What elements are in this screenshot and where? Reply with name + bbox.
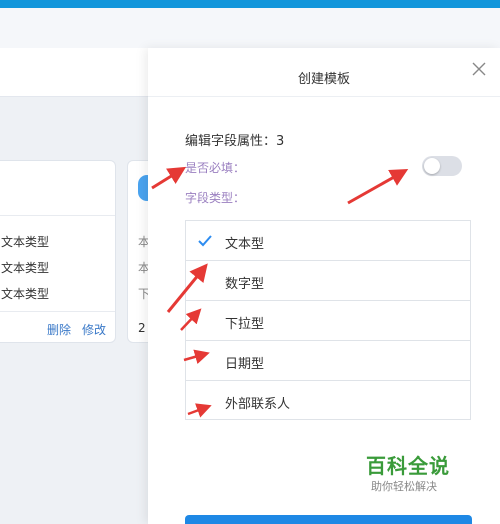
field-type-option-text[interactable]: 文本型 <box>186 221 470 261</box>
dialog-title: 创建模板 <box>297 72 350 87</box>
field-type-option-dropdown[interactable]: 下拉型 <box>186 301 470 341</box>
required-label: 是否必填： <box>185 161 246 175</box>
card-divider <box>0 215 115 216</box>
field-type-option-date[interactable]: 日期型 <box>186 341 470 381</box>
watermark-slogan: 助你轻松解决 <box>371 480 437 493</box>
field-type-option-label: 数字型 <box>225 277 265 292</box>
create-template-dialog: 创建模板 编辑字段属性：3 是否必填： 字段类型： 文本型 数字型 下拉型 日期… <box>148 48 500 524</box>
field-type-option-label: 下拉型 <box>225 317 265 332</box>
delete-link[interactable]: 删除 <box>47 321 71 338</box>
dialog-header-divider <box>148 96 500 97</box>
field-type-list: 文本型 数字型 下拉型 日期型 外部联系人 <box>185 220 471 420</box>
check-icon <box>197 233 213 249</box>
required-toggle[interactable] <box>422 156 462 176</box>
card-field-type: 文本类型 <box>1 235 50 249</box>
background-header <box>0 48 148 97</box>
field-type-option-number[interactable]: 数字型 <box>186 261 470 301</box>
field-type-option-label: 文本型 <box>225 237 265 252</box>
card-footer-text: 2 <box>138 321 146 335</box>
field-attribute-heading: 编辑字段属性：3 <box>185 134 285 149</box>
edit-link[interactable]: 修改 <box>82 321 106 338</box>
card-footer-divider <box>0 311 115 312</box>
watermark-brand: 百科全说 <box>366 454 450 478</box>
field-type-label: 字段类型： <box>185 191 246 205</box>
card-field-type: 文本类型 <box>1 261 50 275</box>
confirm-button[interactable] <box>185 515 472 524</box>
app-sub-bar <box>0 8 500 48</box>
template-card: 文本类型 文本类型 文本类型 删除 修改 <box>0 160 116 343</box>
close-icon[interactable] <box>470 60 488 78</box>
app-top-bar <box>0 0 500 8</box>
card-field-type: 文本类型 <box>1 287 50 301</box>
field-type-option-label: 日期型 <box>225 357 265 372</box>
field-type-option-label: 外部联系人 <box>225 397 291 412</box>
field-type-option-contact[interactable]: 外部联系人 <box>186 381 470 421</box>
toggle-knob <box>424 158 440 174</box>
